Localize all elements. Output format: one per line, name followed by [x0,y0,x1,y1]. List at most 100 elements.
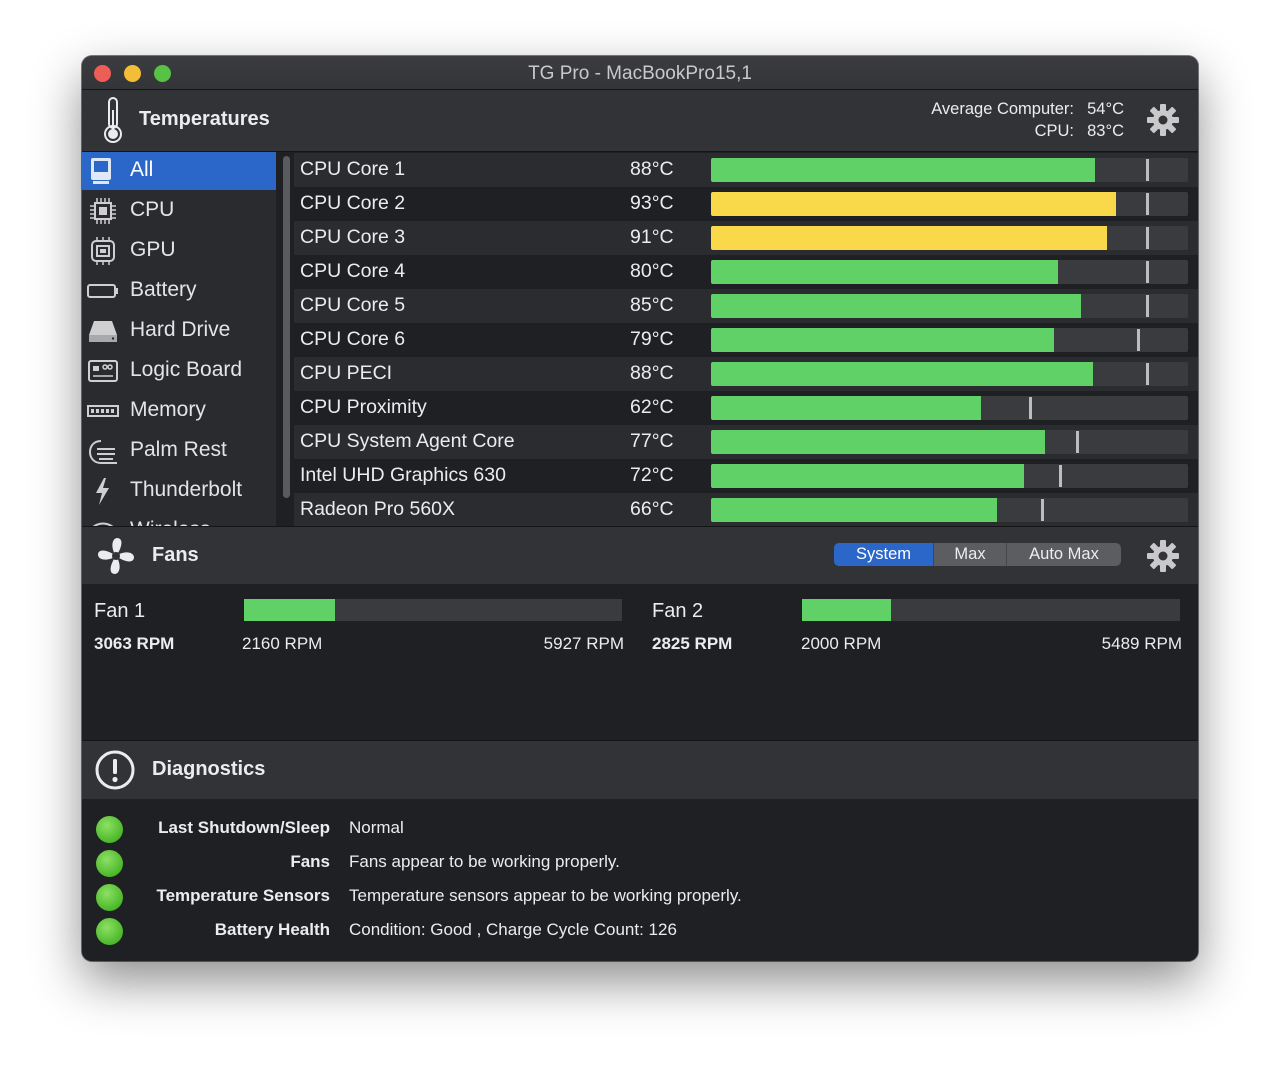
diag-value-last-shutdown: Normal [349,818,404,837]
temperature-bar [711,192,1188,216]
max-temperature-marker [1029,397,1032,419]
temperatures-header: Temperatures Average Computer: CPU: 54°C… [82,90,1198,152]
sensor-row[interactable]: Intel UHD Graphics 630 72°C [294,459,1198,493]
sensor-name: CPU PECI [300,362,393,384]
max-temperature-marker [1059,465,1062,487]
temperature-bar [711,430,1188,454]
temperature-bar-fill [711,362,1093,386]
sensor-name: CPU System Agent Core [300,430,515,452]
temperature-bar-fill [711,464,1024,488]
sensor-temperature: 93°C [630,192,674,214]
status-ok-indicator [96,884,123,911]
fans-header: Fans System Max Auto Max [82,526,1198,585]
sidebar-item-cpu[interactable]: CPU [82,192,276,230]
sidebar-item-hard-drive[interactable]: Hard Drive [82,312,276,350]
temperature-bar [711,464,1188,488]
temperature-bar-fill [711,430,1045,454]
logic-board-icon [88,360,118,382]
max-temperature-marker [1146,261,1149,283]
sensor-name: CPU Core 6 [300,328,406,350]
sensor-name: CPU Core 1 [300,158,406,180]
max-temperature-marker [1146,193,1149,215]
fan-mode-auto-max-button[interactable]: Auto Max [1007,543,1121,566]
average-computer-value: 54°C [1087,100,1124,118]
diag-value-temperature-sensors: Temperature sensors appear to be working… [349,886,742,905]
sensor-name: CPU Core 5 [300,294,406,316]
max-temperature-marker [1146,295,1149,317]
thunderbolt-icon [96,478,109,505]
sensor-name: CPU Proximity [300,396,427,418]
sensor-row[interactable]: CPU PECI 88°C [294,357,1198,391]
fan-2-speed-bar [802,599,1180,621]
temperature-settings-gear-icon[interactable] [1146,103,1180,137]
status-ok-indicator [96,918,123,945]
fan-mode-max-button[interactable]: Max [934,543,1006,566]
diag-label-battery-health: Battery Health [214,920,330,939]
fan-2-max-rpm: 5489 RPM [1101,634,1182,653]
temperature-bar [711,226,1188,250]
wireless-icon [92,522,114,526]
fan-1-speed-bar [244,599,622,621]
fan-settings-gear-icon[interactable] [1146,539,1180,573]
sidebar-item-battery[interactable]: Battery [82,272,276,310]
sidebar-item-wireless[interactable]: Wireless [82,512,276,526]
sensor-temperature: 62°C [630,396,674,418]
average-computer-label: Average Computer: [931,100,1074,118]
sidebar-item-thunderbolt[interactable]: Thunderbolt [82,472,276,510]
diag-label-temperature-sensors: Temperature Sensors [156,886,330,905]
memory-icon [87,405,119,417]
temperature-bar [711,260,1188,284]
sensor-row[interactable]: CPU Core 3 91°C [294,221,1198,255]
sensor-row[interactable]: CPU Core 1 88°C [294,153,1198,187]
sidebar-scrollbar-thumb[interactable] [283,156,290,498]
fan-1-max-rpm: 5927 RPM [543,634,624,653]
sidebar-item-memory[interactable]: Memory [82,392,276,430]
temperatures-title: Temperatures [139,108,270,130]
sidebar-item-gpu[interactable]: GPU [82,232,276,270]
sensor-row[interactable]: Radeon Pro 560X 66°C [294,493,1198,526]
temperature-bar-fill [711,498,997,522]
title-bar: TG Pro - MacBookPro15,1 [82,56,1198,90]
fan-1-min-rpm: 2160 RPM [242,634,323,653]
sensor-temperature: 85°C [630,294,674,316]
temperature-bar [711,328,1188,352]
diagnostics-title: Diagnostics [152,758,266,780]
sensor-row[interactable]: CPU System Agent Core 77°C [294,425,1198,459]
sensor-temperature: 88°C [630,362,674,384]
temperature-bar [711,396,1188,420]
all-icon [91,158,111,184]
status-ok-indicator [96,816,123,843]
sidebar-item-label: Hard Drive [130,318,231,341]
tg-pro-window: TG Pro - MacBookPro15,1 Temperatures Ave… [82,56,1198,961]
sidebar-item-label: All [130,158,154,181]
temperature-bar-fill [711,260,1058,284]
fans-title: Fans [152,544,199,566]
status-ok-indicator [96,850,123,877]
sidebar-item-palm-rest[interactable]: Palm Rest [82,432,276,470]
hard-drive-icon [89,321,117,342]
temperature-bar [711,294,1188,318]
sensor-row[interactable]: CPU Core 6 79°C [294,323,1198,357]
sidebar-item-all[interactable]: All [82,152,276,190]
max-temperature-marker [1076,431,1079,453]
average-labels: Average Computer: CPU: [931,98,1074,142]
sensor-row[interactable]: CPU Proximity 62°C [294,391,1198,425]
sensor-row[interactable]: CPU Core 5 85°C [294,289,1198,323]
window-title: TG Pro - MacBookPro15,1 [528,63,752,84]
cpu-average-label: CPU: [1034,122,1074,140]
diag-value-fans: Fans appear to be working properly. [349,852,620,871]
sensor-temperature: 77°C [630,430,674,452]
category-sidebar: All CPU GPU Battery Hard Drive Logic Boa… [82,152,276,526]
cpu-chip-icon [90,198,116,224]
fan-icon [98,538,134,574]
battery-icon [87,284,118,298]
sensor-row[interactable]: CPU Core 2 93°C [294,187,1198,221]
temperature-bar-fill [711,328,1054,352]
fan-mode-system-button[interactable]: System [834,543,933,566]
sensor-name: CPU Core 4 [300,260,406,282]
sensor-name: Radeon Pro 560X [300,498,456,520]
temperature-bar-fill [711,158,1095,182]
fan-mode-selector: System Max Auto Max [834,543,1121,566]
sidebar-item-logic-board[interactable]: Logic Board [82,352,276,390]
sensor-row[interactable]: CPU Core 4 80°C [294,255,1198,289]
